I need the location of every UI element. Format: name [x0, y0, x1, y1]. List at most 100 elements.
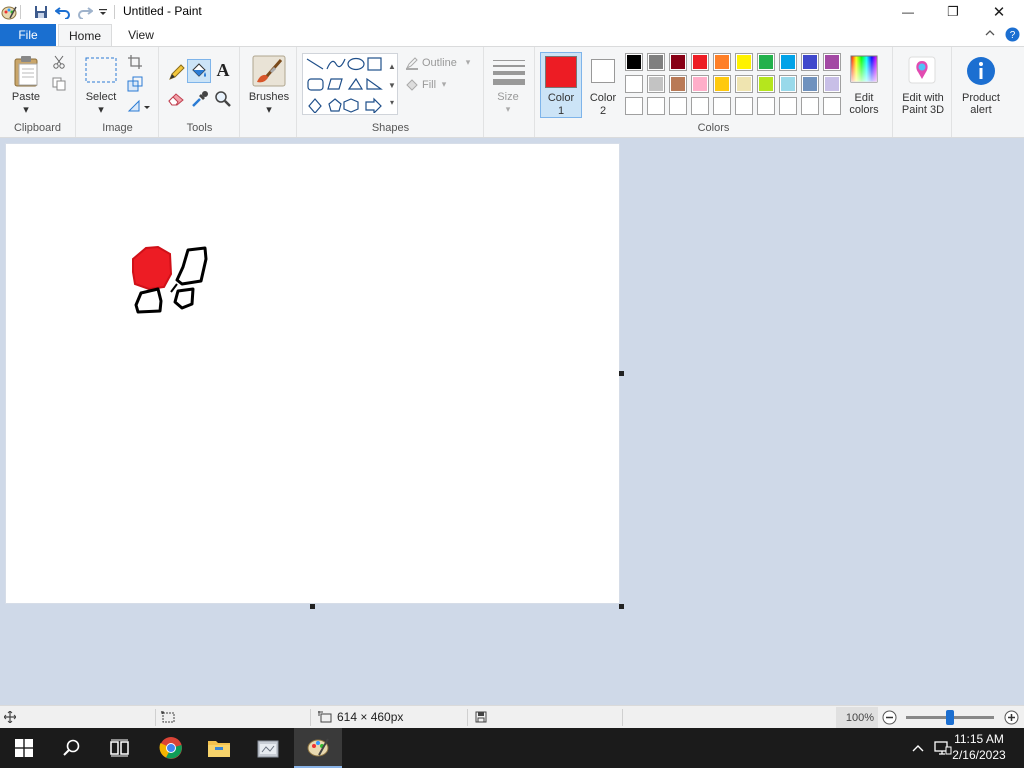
palette-swatch-r1-c9[interactable]: [801, 53, 819, 71]
edit-colors-line1[interactable]: Edit: [840, 92, 888, 104]
palette-swatch-r2-c7[interactable]: [757, 75, 775, 93]
palette-swatch-r1-c7[interactable]: [757, 53, 775, 71]
zoom-in-button[interactable]: [1003, 709, 1020, 726]
palette-swatch-r2-c3[interactable]: [669, 75, 687, 93]
palette-swatch-r3-c7[interactable]: [757, 97, 775, 115]
palette-swatch-r1-c2[interactable]: [647, 53, 665, 71]
maximize-button[interactable]: ❐: [930, 0, 976, 24]
palette-swatch-r2-c2[interactable]: [647, 75, 665, 93]
shapes-scroll[interactable]: ▲ ▼ ▾: [386, 55, 398, 113]
palette-swatch-r1-c10[interactable]: [823, 53, 841, 71]
help-icon[interactable]: ?: [1005, 27, 1020, 45]
palette-swatch-r2-c1[interactable]: [625, 75, 643, 93]
palette-swatch-r3-c6[interactable]: [735, 97, 753, 115]
product-alert-line1[interactable]: Product: [953, 92, 1009, 104]
system-clock[interactable]: 11:15 AM 2/16/2023: [944, 731, 1014, 763]
scroll-up-icon[interactable]: ▲: [388, 62, 396, 71]
palette-swatch-r2-c10[interactable]: [823, 75, 841, 93]
pencil-icon[interactable]: [166, 61, 188, 83]
shapes-gallery[interactable]: [302, 53, 398, 115]
brushes-button[interactable]: Brushes: [243, 91, 295, 103]
resize-handle-right[interactable]: [619, 371, 624, 376]
task-view-button[interactable]: [96, 728, 144, 768]
undo-icon[interactable]: [54, 3, 72, 21]
size-icon[interactable]: [491, 55, 527, 89]
palette-swatch-r3-c10[interactable]: [823, 97, 841, 115]
tab-home[interactable]: Home: [58, 24, 112, 46]
scroll-down-icon[interactable]: ▼: [388, 81, 396, 90]
select-dropdown-icon[interactable]: ▾: [96, 104, 106, 116]
search-button[interactable]: [48, 728, 96, 768]
palette-swatch-r1-c5[interactable]: [713, 53, 731, 71]
palette-swatch-r1-c1[interactable]: [625, 53, 643, 71]
edit-colors-line2[interactable]: colors: [840, 104, 888, 116]
brushes-icon[interactable]: [249, 53, 289, 89]
magnifier-icon[interactable]: [212, 88, 234, 110]
palette-swatch-r2-c9[interactable]: [801, 75, 819, 93]
paint-app-icon[interactable]: [0, 3, 18, 21]
eraser-icon[interactable]: [166, 88, 188, 110]
save-icon[interactable]: [32, 3, 50, 21]
size-dropdown-icon[interactable]: ▾: [503, 103, 513, 115]
color-picker-icon[interactable]: [189, 88, 211, 110]
tab-view[interactable]: View: [118, 24, 164, 46]
paint3d-line1[interactable]: Edit with: [894, 92, 952, 104]
palette-swatch-r2-c6[interactable]: [735, 75, 753, 93]
resize-icon[interactable]: [126, 75, 144, 93]
paste-dropdown-icon[interactable]: ▾: [21, 104, 31, 116]
palette-swatch-r3-c2[interactable]: [647, 97, 665, 115]
palette-swatch-r3-c9[interactable]: [801, 97, 819, 115]
redo-icon[interactable]: [76, 3, 94, 21]
paint3d-icon[interactable]: [907, 55, 937, 85]
minimize-button[interactable]: —: [885, 0, 931, 24]
palette-swatch-r2-c5[interactable]: [713, 75, 731, 93]
outline-icon[interactable]: [404, 55, 420, 71]
resize-handle-corner[interactable]: [619, 604, 624, 609]
chrome-taskbar-button[interactable]: [147, 728, 195, 768]
select-button[interactable]: Select: [79, 91, 123, 103]
resize-handle-bottom[interactable]: [310, 604, 315, 609]
fill-bucket-icon[interactable]: [187, 59, 211, 83]
file-explorer-taskbar-button[interactable]: [195, 728, 243, 768]
brushes-dropdown-icon[interactable]: ▾: [264, 104, 274, 116]
crop-icon[interactable]: [126, 53, 144, 71]
palette-swatch-r3-c3[interactable]: [669, 97, 687, 115]
palette-swatch-r3-c1[interactable]: [625, 97, 643, 115]
customize-quick-access-icon[interactable]: [96, 3, 110, 21]
expand-gallery-icon[interactable]: ▾: [390, 98, 394, 107]
palette-swatch-r1-c8[interactable]: [779, 53, 797, 71]
rotate-icon[interactable]: [126, 97, 152, 115]
palette-swatch-r1-c3[interactable]: [669, 53, 687, 71]
palette-swatch-r2-c4[interactable]: [691, 75, 709, 93]
copy-icon[interactable]: [51, 76, 67, 92]
select-icon[interactable]: [85, 56, 117, 84]
palette-swatch-r3-c8[interactable]: [779, 97, 797, 115]
palette-swatch-r2-c8[interactable]: [779, 75, 797, 93]
palette-swatch-r1-c6[interactable]: [735, 53, 753, 71]
show-hidden-icons-button[interactable]: [906, 728, 930, 768]
paint-taskbar-button[interactable]: [294, 728, 342, 768]
text-tool-icon[interactable]: A: [212, 59, 234, 81]
start-button[interactable]: [0, 728, 48, 768]
paste-icon[interactable]: [10, 53, 44, 89]
palette-swatch-r3-c4[interactable]: [691, 97, 709, 115]
fill-icon[interactable]: [404, 77, 420, 93]
close-button[interactable]: ✕: [976, 0, 1022, 24]
tab-file[interactable]: File: [0, 24, 56, 46]
palette-swatch-r3-c5[interactable]: [713, 97, 731, 115]
cut-icon[interactable]: [51, 54, 67, 70]
paint3d-line2[interactable]: Paint 3D: [894, 104, 952, 116]
edit-colors-icon[interactable]: [848, 53, 880, 85]
zoom-slider-thumb[interactable]: [946, 710, 954, 725]
info-icon[interactable]: [965, 55, 997, 87]
drawing-canvas[interactable]: [6, 144, 619, 603]
outline-dropdown-icon[interactable]: ▾: [464, 56, 472, 68]
palette-swatch-r1-c4[interactable]: [691, 53, 709, 71]
product-alert-line2[interactable]: alert: [953, 104, 1009, 116]
zoom-out-button[interactable]: [881, 709, 898, 726]
app-taskbar-button[interactable]: [244, 728, 292, 768]
paste-button[interactable]: Paste: [4, 91, 48, 103]
fill-dropdown-icon[interactable]: ▾: [440, 78, 448, 90]
collapse-ribbon-icon[interactable]: [984, 27, 996, 42]
size-button[interactable]: Size: [485, 91, 531, 103]
